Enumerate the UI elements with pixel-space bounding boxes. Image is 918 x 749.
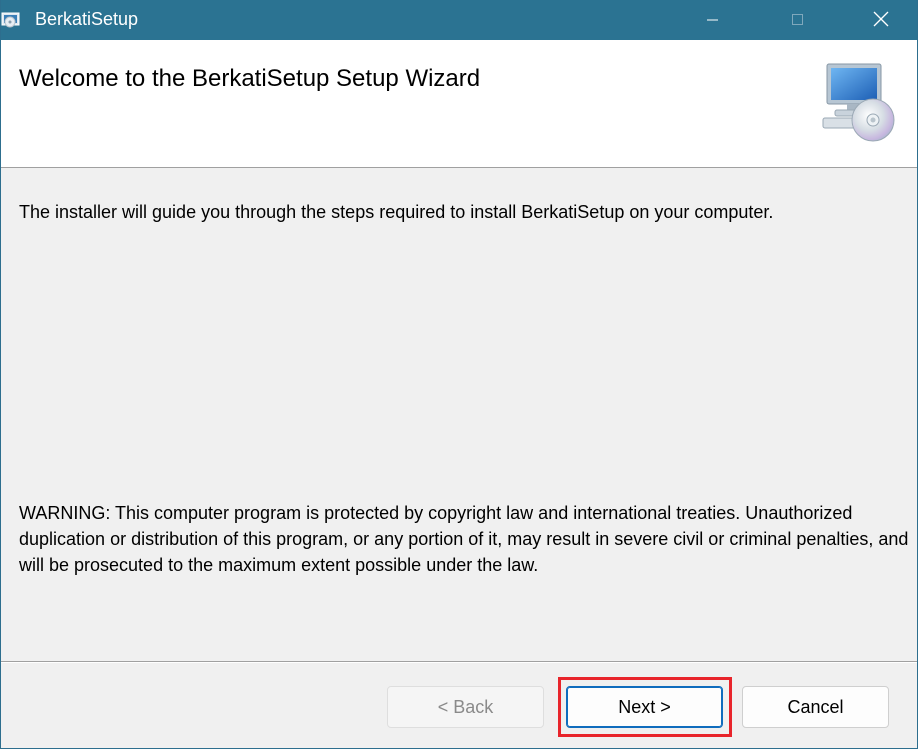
title-bar[interactable]: BerkatiSetup [1,0,917,40]
computer-cd-icon [821,62,897,144]
wizard-title: Welcome to the BerkatiSetup Setup Wizard [19,65,481,92]
maximize-icon [792,14,803,25]
footer-divider-highlight [1,662,917,663]
window-title: BerkatiSetup [35,9,139,29]
close-button[interactable] [852,0,912,40]
minimize-button[interactable] [682,0,742,40]
next-button[interactable]: Next > [566,686,723,728]
installer-app-icon [1,11,23,29]
wizard-header: Welcome to the BerkatiSetup Setup Wizard [1,40,917,167]
close-icon [873,11,889,27]
maximize-button[interactable] [767,0,827,40]
cancel-button[interactable]: Cancel [742,686,889,728]
copyright-warning: WARNING: This computer program is protec… [19,503,909,575]
back-button[interactable]: < Back [387,686,544,728]
minimize-icon [707,19,718,21]
intro-text: The installer will guide you through the… [19,202,774,222]
installer-window: BerkatiSetup Welcome to the BerkatiSetup… [0,0,918,749]
header-divider [1,167,917,168]
